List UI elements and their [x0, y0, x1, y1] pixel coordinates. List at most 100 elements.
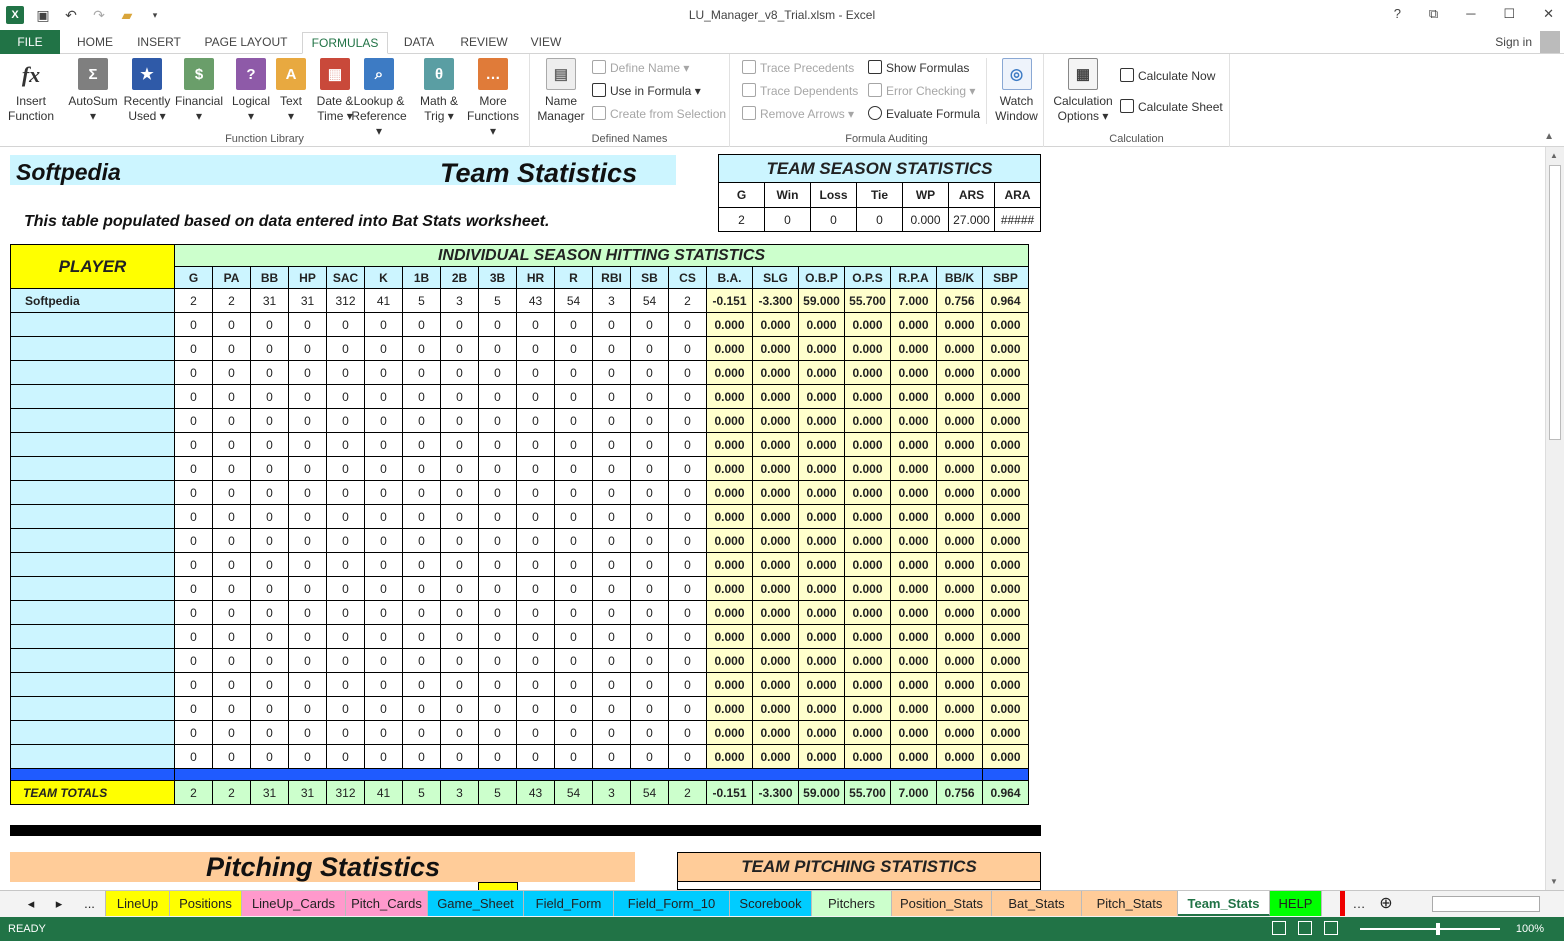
rate-cell[interactable]: 0.000	[982, 408, 1029, 433]
count-cell[interactable]: 0	[440, 744, 479, 769]
count-cell[interactable]: 0	[212, 720, 251, 745]
count-cell[interactable]: 54	[630, 288, 669, 313]
sheet-tab[interactable]: LineUp	[106, 891, 170, 916]
count-cell[interactable]: 0	[478, 576, 517, 601]
ribbon-display-icon[interactable]: ⧉	[1429, 6, 1438, 22]
rate-cell[interactable]: 0.000	[890, 744, 937, 769]
rate-cell[interactable]: 0.000	[798, 408, 845, 433]
count-cell[interactable]: 0	[326, 720, 365, 745]
count-cell[interactable]: 0	[288, 336, 327, 361]
rate-cell[interactable]: 0.000	[844, 576, 891, 601]
count-cell[interactable]: 0	[478, 360, 517, 385]
sheet-tab[interactable]: HELP	[1270, 891, 1322, 916]
count-cell[interactable]: 0	[288, 408, 327, 433]
count-cell[interactable]: 0	[402, 336, 441, 361]
count-cell[interactable]: 0	[364, 600, 403, 625]
total-count-cell[interactable]: 43	[516, 780, 555, 805]
total-count-cell[interactable]: 3	[592, 780, 631, 805]
rate-cell[interactable]: 0.000	[706, 528, 753, 553]
zoom-slider[interactable]	[1360, 928, 1500, 930]
count-cell[interactable]: 0	[440, 456, 479, 481]
count-cell[interactable]: 0	[630, 480, 669, 505]
rate-cell[interactable]: 0.000	[752, 528, 799, 553]
count-cell[interactable]: 0	[554, 504, 593, 529]
count-cell[interactable]: 0	[554, 744, 593, 769]
horizontal-scrollbar[interactable]	[1432, 896, 1540, 912]
count-cell[interactable]: 0	[478, 408, 517, 433]
sheet-tab[interactable]: Field_Form_10	[614, 891, 730, 916]
rate-cell[interactable]: 0.000	[844, 504, 891, 529]
count-cell[interactable]: 0	[212, 576, 251, 601]
count-cell[interactable]: 0	[554, 624, 593, 649]
count-cell[interactable]: 0	[668, 360, 707, 385]
count-cell[interactable]: 31	[288, 288, 327, 313]
rate-cell[interactable]: 0.000	[982, 744, 1029, 769]
count-cell[interactable]: 0	[440, 312, 479, 337]
count-cell[interactable]: 0	[478, 720, 517, 745]
page-layout-view-icon[interactable]	[1298, 921, 1312, 935]
sheet-tab[interactable]: Pitch_Cards	[346, 891, 428, 916]
player-name-cell[interactable]	[10, 312, 175, 337]
rate-cell[interactable]: 0.000	[798, 552, 845, 577]
count-cell[interactable]: 0	[554, 312, 593, 337]
count-cell[interactable]: 0	[516, 504, 555, 529]
count-cell[interactable]: 0	[174, 432, 213, 457]
rate-cell[interactable]: 0.000	[752, 456, 799, 481]
count-cell[interactable]: 0	[440, 480, 479, 505]
count-cell[interactable]: 0	[592, 384, 631, 409]
count-cell[interactable]: 0	[250, 744, 289, 769]
tab-home[interactable]: HOME	[68, 32, 122, 54]
count-cell[interactable]: 0	[668, 552, 707, 577]
count-cell[interactable]: 0	[212, 552, 251, 577]
rate-cell[interactable]: 0.000	[844, 528, 891, 553]
total-rate-cell[interactable]: 0.756	[936, 780, 983, 805]
count-cell[interactable]: 0	[668, 624, 707, 649]
count-cell[interactable]: 0	[326, 528, 365, 553]
rate-cell[interactable]: 0.000	[936, 696, 983, 721]
rate-cell[interactable]: 0.000	[982, 384, 1029, 409]
total-rate-cell[interactable]: 7.000	[890, 780, 937, 805]
vertical-scrollbar[interactable]: ▲ ▼	[1545, 147, 1564, 890]
count-cell[interactable]: 0	[592, 624, 631, 649]
rate-cell[interactable]: 0.000	[890, 504, 937, 529]
rate-cell[interactable]: 59.000	[798, 288, 845, 313]
total-count-cell[interactable]: 41	[364, 780, 403, 805]
count-cell[interactable]: 0	[326, 576, 365, 601]
count-cell[interactable]: 0	[554, 720, 593, 745]
page-break-view-icon[interactable]	[1324, 921, 1338, 935]
count-cell[interactable]: 0	[554, 648, 593, 673]
count-cell[interactable]: 0	[440, 360, 479, 385]
player-name-cell[interactable]	[10, 432, 175, 457]
rate-cell[interactable]: 0.000	[844, 480, 891, 505]
count-cell[interactable]: 5	[478, 288, 517, 313]
rate-cell[interactable]: 0.000	[706, 408, 753, 433]
count-cell[interactable]: 3	[440, 288, 479, 313]
count-cell[interactable]: 0	[592, 360, 631, 385]
count-cell[interactable]: 0	[174, 504, 213, 529]
rate-cell[interactable]: 0.000	[844, 744, 891, 769]
count-cell[interactable]: 0	[212, 312, 251, 337]
rate-cell[interactable]: 0.000	[936, 336, 983, 361]
count-cell[interactable]: 0	[250, 408, 289, 433]
create-from-selection-button[interactable]: Create from Selection	[592, 104, 726, 124]
count-cell[interactable]: 0	[326, 648, 365, 673]
count-cell[interactable]: 0	[402, 720, 441, 745]
count-cell[interactable]: 0	[592, 312, 631, 337]
count-cell[interactable]: 0	[668, 576, 707, 601]
function-button-8[interactable]: … More Functions ▾	[464, 58, 522, 139]
rate-cell[interactable]: 0.000	[706, 648, 753, 673]
count-cell[interactable]: 0	[630, 336, 669, 361]
count-cell[interactable]: 0	[174, 360, 213, 385]
player-name-cell[interactable]	[10, 696, 175, 721]
count-cell[interactable]: 0	[668, 528, 707, 553]
count-cell[interactable]: 0	[668, 720, 707, 745]
function-button-0[interactable]: Σ AutoSum ▾	[64, 58, 122, 124]
rate-cell[interactable]: 0.000	[844, 312, 891, 337]
rate-cell[interactable]: 0.000	[890, 432, 937, 457]
count-cell[interactable]: 0	[288, 648, 327, 673]
count-cell[interactable]: 0	[364, 480, 403, 505]
rate-cell[interactable]: 0.000	[798, 648, 845, 673]
tab-page-layout[interactable]: PAGE LAYOUT	[196, 32, 296, 54]
count-cell[interactable]: 0	[478, 672, 517, 697]
count-cell[interactable]: 0	[326, 360, 365, 385]
